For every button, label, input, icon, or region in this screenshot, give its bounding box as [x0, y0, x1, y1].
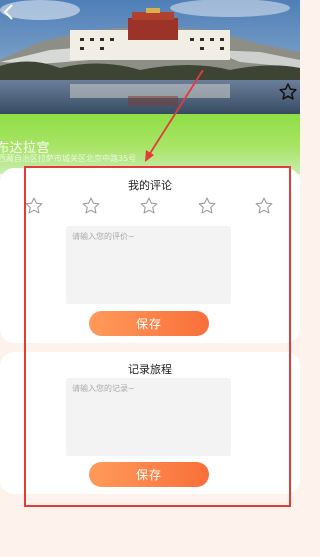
back-chevron-icon: [3, 4, 13, 20]
rating-star-1[interactable]: [24, 196, 44, 216]
review-title: 我的评论: [128, 179, 172, 192]
journey-input[interactable]: [66, 378, 231, 456]
star-outline-icon: [25, 197, 43, 214]
rating-star-5[interactable]: [254, 196, 274, 216]
potala-palace-photo: [0, 0, 300, 116]
favorite-button[interactable]: [278, 82, 298, 102]
star-outline-icon: [82, 197, 100, 214]
review-save-button[interactable]: 保存: [89, 311, 209, 336]
star-outline-icon: [140, 197, 158, 214]
journey-save-button[interactable]: 保存: [89, 462, 209, 487]
journey-title: 记录旅程: [128, 363, 172, 376]
rating-star-3[interactable]: [139, 196, 159, 216]
rating-star-4[interactable]: [197, 196, 217, 216]
hero-image: [0, 0, 300, 116]
rating-star-2[interactable]: [81, 196, 101, 216]
star-outline-icon: [255, 197, 273, 214]
review-input[interactable]: [66, 226, 231, 304]
star-outline-icon: [198, 197, 216, 214]
rating-stars: [0, 196, 300, 218]
star-outline-icon: [279, 83, 297, 100]
place-address: 西藏自治区拉萨市城关区北京中路35号: [0, 154, 137, 163]
back-button[interactable]: [3, 4, 15, 20]
